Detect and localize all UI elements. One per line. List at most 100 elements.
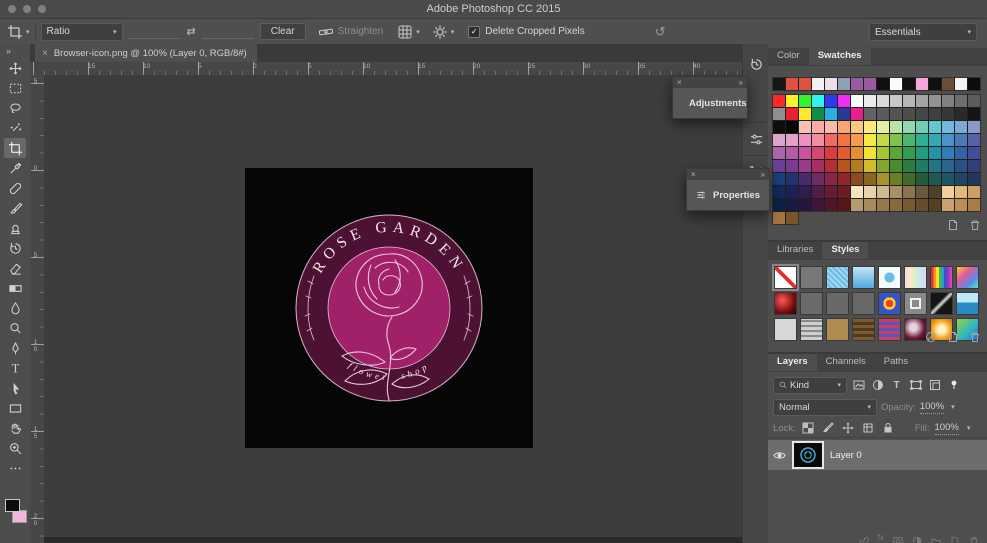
swatch[interactable] [902, 185, 916, 199]
swatch[interactable] [850, 107, 864, 121]
straighten-icon[interactable] [318, 24, 334, 40]
swatch[interactable] [863, 185, 877, 199]
swatch[interactable] [798, 185, 812, 199]
swatch[interactable] [902, 77, 916, 91]
tool-type[interactable]: T [4, 358, 26, 378]
document-tab[interactable]: × Browser-icon.png @ 100% (Layer 0, RGB/… [35, 44, 257, 62]
swatch[interactable] [941, 107, 955, 121]
swatch[interactable] [811, 185, 825, 199]
swatch[interactable] [798, 120, 812, 134]
swatch[interactable] [850, 185, 864, 199]
tab-color[interactable]: Color [768, 48, 809, 65]
swatch[interactable] [876, 94, 890, 108]
swatch[interactable] [928, 159, 942, 173]
swatch[interactable] [915, 120, 929, 134]
swatch[interactable] [863, 159, 877, 173]
swatch[interactable] [928, 94, 942, 108]
style-item-10[interactable] [800, 292, 823, 315]
swatch[interactable] [876, 107, 890, 121]
swatch[interactable] [798, 159, 812, 173]
swatch[interactable] [772, 211, 786, 225]
swatch[interactable] [928, 120, 942, 134]
new-style-icon[interactable] [947, 330, 959, 348]
swatch[interactable] [837, 107, 851, 121]
swatch[interactable] [798, 77, 812, 91]
swatch[interactable] [772, 133, 786, 147]
overlay-options-icon[interactable] [397, 24, 413, 40]
swatch[interactable] [772, 198, 786, 212]
style-item-12[interactable] [852, 292, 875, 315]
ratio-select[interactable]: Ratio ▾ [40, 22, 123, 41]
swatch[interactable] [967, 198, 981, 212]
swatch[interactable] [824, 198, 838, 212]
crop-settings-gear-icon[interactable] [432, 24, 448, 40]
style-item-17[interactable] [774, 318, 797, 341]
swatch[interactable] [772, 94, 786, 108]
swatch[interactable] [941, 120, 955, 134]
delete-style-icon[interactable] [969, 330, 981, 348]
style-item-14[interactable] [904, 292, 927, 315]
style-item-13[interactable] [878, 292, 901, 315]
style-item-11[interactable] [826, 292, 849, 315]
swatch[interactable] [863, 198, 877, 212]
swatch[interactable] [811, 94, 825, 108]
swatch[interactable] [954, 107, 968, 121]
swatch[interactable] [772, 185, 786, 199]
swatch[interactable] [876, 133, 890, 147]
swatch[interactable] [863, 172, 877, 186]
tab-close-icon[interactable]: × [42, 48, 48, 59]
style-item-22[interactable] [904, 318, 927, 341]
swatch[interactable] [876, 120, 890, 134]
tool-crop[interactable] [4, 138, 26, 158]
swatch[interactable] [837, 146, 851, 160]
tool-move[interactable] [4, 58, 26, 78]
swatch[interactable] [876, 172, 890, 186]
swatch[interactable] [954, 77, 968, 91]
swatch[interactable] [785, 172, 799, 186]
style-item-4[interactable] [852, 266, 875, 289]
swatch[interactable] [928, 146, 942, 160]
swatch[interactable] [772, 172, 786, 186]
swatch[interactable] [811, 120, 825, 134]
style-item-1[interactable] [772, 264, 799, 291]
tab-paths[interactable]: Paths [875, 354, 917, 371]
opacity-value[interactable]: 100% [919, 401, 945, 414]
new-group-icon[interactable] [931, 533, 941, 543]
swatch[interactable] [954, 133, 968, 147]
swatch[interactable] [941, 77, 955, 91]
filter-adjustment-layers-icon[interactable] [870, 378, 885, 392]
swatch[interactable] [850, 146, 864, 160]
swatch[interactable] [967, 107, 981, 121]
swatch[interactable] [863, 146, 877, 160]
swap-dimensions-icon[interactable]: ⇄ [187, 25, 196, 38]
swatch[interactable] [837, 185, 851, 199]
swatch[interactable] [798, 146, 812, 160]
swatch[interactable] [889, 185, 903, 199]
lock-paint-icon[interactable] [821, 421, 836, 435]
swatch[interactable] [967, 133, 981, 147]
swatch[interactable] [772, 159, 786, 173]
tab-channels[interactable]: Channels [817, 354, 875, 371]
swatch[interactable] [915, 107, 929, 121]
tool-eraser[interactable] [4, 258, 26, 278]
clear-button[interactable]: Clear [259, 23, 306, 40]
swatch[interactable] [772, 120, 786, 134]
swatch[interactable] [837, 198, 851, 212]
swatch[interactable] [902, 146, 916, 160]
swatch[interactable] [915, 77, 929, 91]
swatch[interactable] [785, 120, 799, 134]
layer-thumbnail[interactable] [792, 441, 824, 469]
swatch[interactable] [902, 159, 916, 173]
swatch[interactable] [824, 77, 838, 91]
swatch[interactable] [850, 77, 864, 91]
swatch[interactable] [798, 133, 812, 147]
swatch[interactable] [850, 159, 864, 173]
swatch[interactable] [928, 133, 942, 147]
document-canvas[interactable]: ROSE GARDEN flower shop [245, 168, 533, 448]
swatch[interactable] [876, 146, 890, 160]
tool-lasso[interactable] [4, 98, 26, 118]
add-mask-icon[interactable] [893, 533, 903, 543]
swatch[interactable] [785, 94, 799, 108]
swatch[interactable] [967, 159, 981, 173]
style-item-18[interactable] [800, 318, 823, 341]
